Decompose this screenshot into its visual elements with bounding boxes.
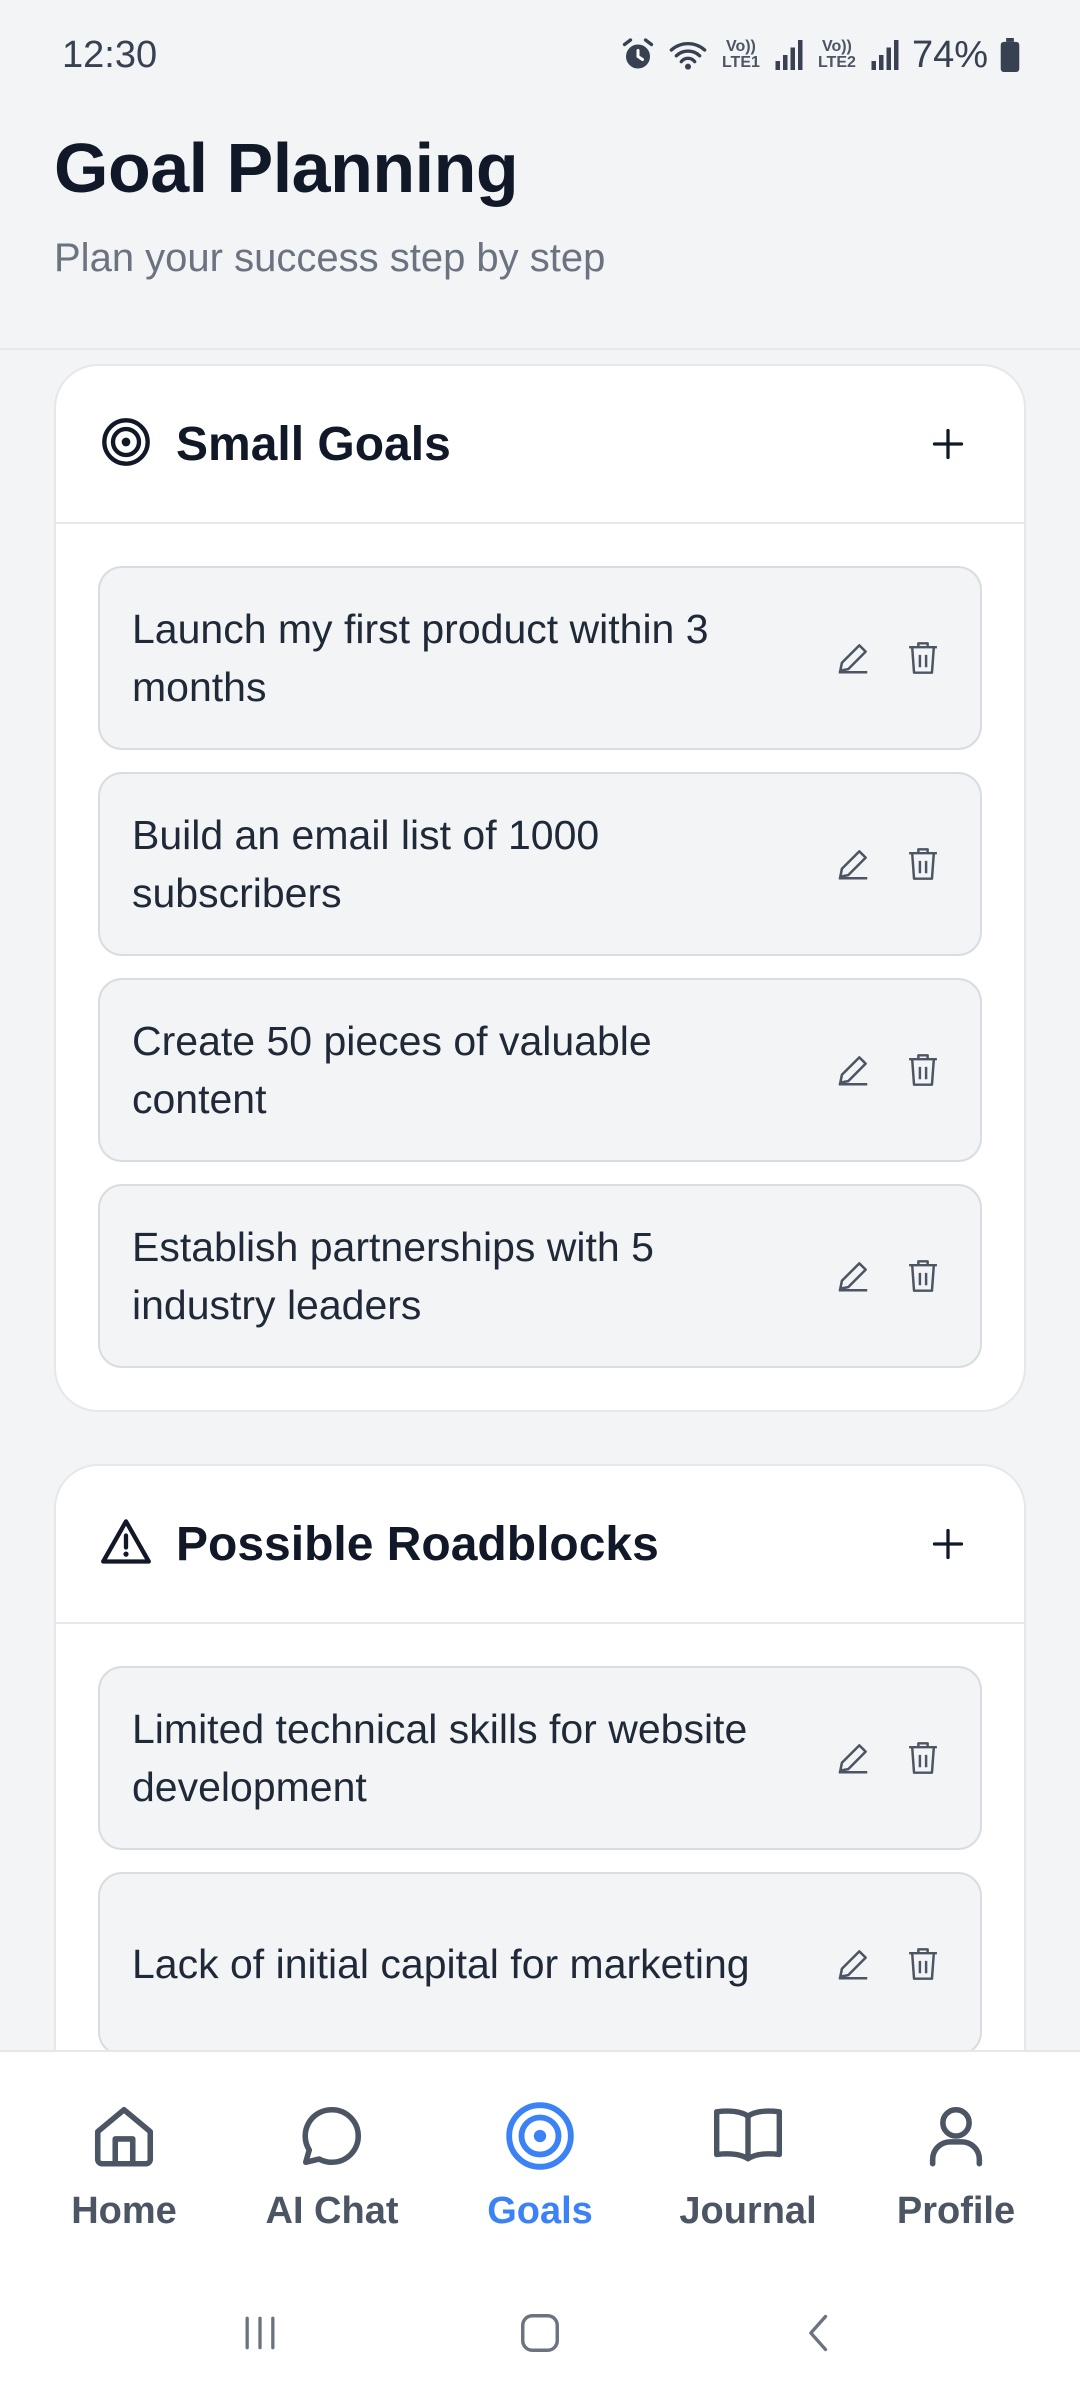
add-small-goal-button[interactable] <box>912 408 984 480</box>
recent-apps-icon <box>245 2316 275 2349</box>
page-subtitle: Plan your success step by step <box>54 236 606 280</box>
pencil-icon <box>838 1950 868 1980</box>
nav-home[interactable]: Home <box>29 2052 219 2270</box>
roadblocks-title: Possible Roadblocks <box>176 1517 659 1571</box>
trash-icon <box>909 642 937 674</box>
roadblocks-list: Limited technical skills for website dev… <box>56 1624 1024 2056</box>
target-icon <box>503 2098 577 2174</box>
user-icon <box>921 2098 991 2174</box>
small-goals-card: Small Goals Launch my first product with… <box>54 364 1026 1412</box>
back-chevron-icon <box>809 2314 828 2351</box>
plus-icon <box>932 1528 964 1560</box>
alarm-icon <box>620 37 656 73</box>
nav-ai-chat[interactable]: AI Chat <box>237 2052 427 2270</box>
trash-icon <box>909 1054 937 1086</box>
page-header: Goal Planning Plan your success step by … <box>0 110 1080 350</box>
battery-icon <box>1000 38 1020 72</box>
pencil-icon <box>838 1056 868 1086</box>
small-goals-title: Small Goals <box>176 417 451 471</box>
list-item[interactable]: Build an email list of 1000 subscribers <box>98 772 982 956</box>
home-system-button[interactable] <box>517 2310 563 2361</box>
delete-button[interactable] <box>902 1255 944 1297</box>
trash-icon <box>909 1742 937 1774</box>
edit-button[interactable] <box>832 1943 874 1985</box>
nav-journal-label: Journal <box>679 2190 817 2232</box>
delete-button[interactable] <box>902 637 944 679</box>
chat-bubble-icon <box>297 2098 367 2174</box>
goal-text: Create 50 pieces of valuable content <box>132 1018 652 1122</box>
delete-button[interactable] <box>902 1943 944 1985</box>
small-goals-list: Launch my first product within 3 months … <box>56 524 1024 1368</box>
pencil-icon <box>838 850 868 880</box>
nav-goals[interactable]: Goals <box>445 2052 635 2270</box>
delete-button[interactable] <box>902 843 944 885</box>
sim1-indicator: Vo)) LTE1 <box>721 38 760 71</box>
battery-percentage: 74% <box>911 33 988 76</box>
home-square-icon <box>521 2313 559 2352</box>
list-item[interactable]: Lack of initial capital for marketing <box>98 1872 982 2056</box>
bottom-navigation: Home AI Chat Goals Journal Profile <box>0 2050 1080 2270</box>
trash-icon <box>909 1948 937 1980</box>
status-time: 12:30 <box>62 33 158 76</box>
trash-icon <box>909 1260 937 1292</box>
edit-button[interactable] <box>832 1049 874 1091</box>
goal-text: Establish partnerships with 5 industry l… <box>132 1224 654 1328</box>
pencil-icon <box>838 1262 868 1292</box>
goal-text: Launch my first product within 3 months <box>132 606 709 710</box>
status-bar: 12:30 Vo)) LTE1 Vo)) LTE2 74% <box>0 0 1080 110</box>
nav-goals-label: Goals <box>487 2190 593 2232</box>
nav-profile-label: Profile <box>896 2190 1016 2232</box>
sim2-indicator: Vo)) LTE2 <box>817 38 856 71</box>
nav-home-label: Home <box>71 2190 177 2232</box>
list-item[interactable]: Create 50 pieces of valuable content <box>98 978 982 1162</box>
goal-text: Build an email list of 1000 subscribers <box>132 812 600 916</box>
signal-icon <box>774 38 804 72</box>
edit-button[interactable] <box>832 1255 874 1297</box>
warning-icon <box>100 1516 152 1573</box>
edit-button[interactable] <box>832 843 874 885</box>
back-button[interactable] <box>798 2311 842 2360</box>
list-item[interactable]: Launch my first product within 3 months <box>98 566 982 750</box>
nav-ai-chat-label: AI Chat <box>265 2190 399 2232</box>
roadblock-text: Lack of initial capital for marketing <box>132 1941 750 1987</box>
add-roadblock-button[interactable] <box>912 1508 984 1580</box>
list-item[interactable]: Limited technical skills for website dev… <box>98 1666 982 1850</box>
roadblock-text: Limited technical skills for website dev… <box>132 1706 748 1810</box>
status-icons: Vo)) LTE1 Vo)) LTE2 74% <box>620 34 1020 77</box>
nav-journal[interactable]: Journal <box>653 2052 843 2270</box>
roadblocks-header: Possible Roadblocks <box>56 1466 1024 1624</box>
edit-button[interactable] <box>832 637 874 679</box>
pencil-icon <box>838 644 868 674</box>
home-icon <box>89 2098 159 2174</box>
pencil-icon <box>838 1744 868 1774</box>
small-goals-header: Small Goals <box>56 366 1024 524</box>
target-icon <box>100 416 152 473</box>
list-item[interactable]: Establish partnerships with 5 industry l… <box>98 1184 982 1368</box>
delete-button[interactable] <box>902 1049 944 1091</box>
page-title: Goal Planning <box>54 129 519 207</box>
goal-planning-screen: 12:30 Vo)) LTE1 Vo)) LTE2 74% Goal Plann… <box>0 0 1080 2400</box>
system-navigation-bar <box>0 2270 1080 2400</box>
trash-icon <box>909 848 937 880</box>
delete-button[interactable] <box>902 1737 944 1779</box>
plus-icon <box>932 428 964 460</box>
edit-button[interactable] <box>832 1737 874 1779</box>
recent-apps-button[interactable] <box>238 2311 282 2360</box>
book-icon <box>711 2098 785 2174</box>
wifi-icon <box>668 37 708 73</box>
signal-icon <box>870 38 900 72</box>
nav-profile[interactable]: Profile <box>861 2052 1051 2270</box>
